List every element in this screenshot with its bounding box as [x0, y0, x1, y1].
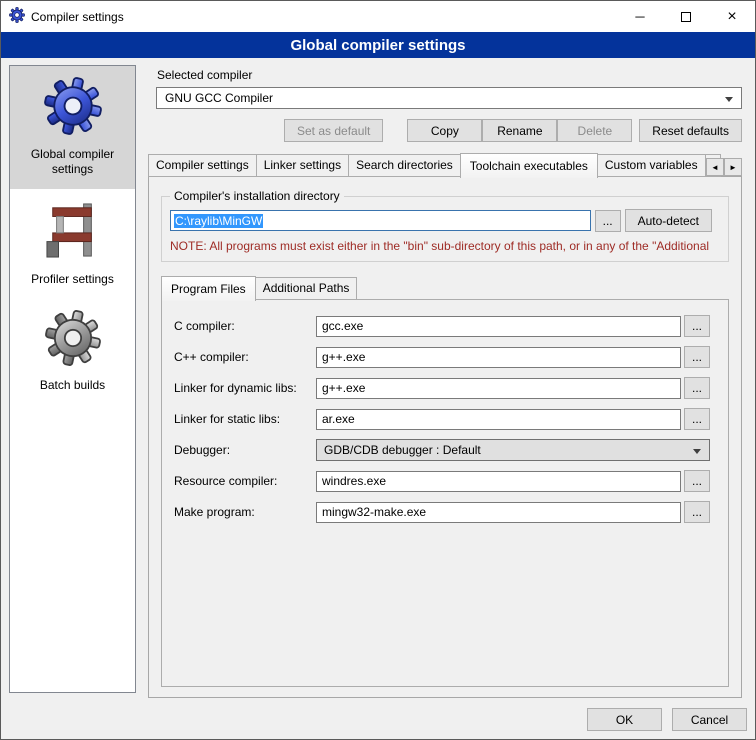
note-text: NOTE: All programs must exist either in … — [170, 239, 712, 253]
cpp-compiler-label: C++ compiler: — [174, 350, 316, 364]
field-row-make-program: Make program: ... — [174, 501, 710, 523]
tab-compiler-settings[interactable]: Compiler settings — [148, 154, 257, 177]
tab-toolchain-executables[interactable]: Toolchain executables — [460, 153, 598, 178]
field-row-static-linker: Linker for static libs: ... — [174, 408, 710, 430]
browse-cpp-compiler-button[interactable]: ... — [684, 346, 710, 368]
static-linker-input[interactable] — [316, 409, 681, 430]
debugger-value: GDB/CDB debugger : Default — [324, 443, 481, 457]
auto-detect-button[interactable]: Auto-detect — [625, 209, 712, 232]
tab-program-files[interactable]: Program Files — [161, 276, 256, 301]
browse-static-linker-button[interactable]: ... — [684, 408, 710, 430]
compiler-settings-dialog: Compiler settings ─ × Global compiler se… — [0, 0, 756, 740]
sidebar-item-batch-builds[interactable]: Batch builds — [10, 299, 135, 405]
reset-defaults-button[interactable]: Reset defaults — [639, 119, 742, 142]
page-title: Global compiler settings — [1, 32, 755, 58]
app-icon — [9, 7, 25, 26]
installation-directory-legend: Compiler's installation directory — [170, 189, 344, 203]
tab-scroll-buttons: ◄ ► — [706, 158, 742, 176]
ok-button[interactable]: OK — [587, 708, 662, 731]
settings-tabstrip: Compiler settings Linker settings Search… — [148, 154, 742, 177]
delete-button[interactable]: Delete — [557, 119, 632, 142]
blue-gear-icon — [43, 76, 103, 140]
selected-compiler-label: Selected compiler — [157, 68, 749, 82]
compiler-button-row: Set as default Copy Rename Delete Reset … — [156, 119, 742, 142]
sidebar-item-label: Global compiler settings — [13, 147, 132, 177]
sidebar-item-label: Batch builds — [40, 378, 105, 393]
installation-directory-row: C:\raylib\MinGW ... Auto-detect — [170, 209, 712, 232]
program-files-tabstrip: Program Files Additional Paths — [161, 276, 729, 300]
set-as-default-button[interactable]: Set as default — [284, 119, 383, 142]
field-row-dynamic-linker: Linker for dynamic libs: ... — [174, 377, 710, 399]
tab-custom-variables[interactable]: Custom variables — [597, 154, 706, 177]
main-content: Selected compiler GNU GCC Compiler Set a… — [148, 65, 749, 698]
toolchain-executables-panel: Compiler's installation directory C:\ray… — [148, 176, 742, 698]
debugger-combobox[interactable]: GDB/CDB debugger : Default — [316, 439, 710, 461]
dynamic-linker-label: Linker for dynamic libs: — [174, 381, 316, 395]
chevron-down-icon — [693, 449, 701, 454]
tab-scroll-left-icon[interactable]: ◄ — [706, 158, 724, 176]
program-files-panel: C compiler: ... C++ compiler: ... Linker… — [161, 299, 729, 687]
browse-directory-button[interactable]: ... — [595, 210, 621, 232]
sidebar-item-label: Profiler settings — [31, 272, 114, 287]
static-linker-label: Linker for static libs: — [174, 412, 316, 426]
sidebar-item-profiler-settings[interactable]: Profiler settings — [10, 189, 135, 299]
c-compiler-label: C compiler: — [174, 319, 316, 333]
selected-path-text: C:\raylib\MinGW — [174, 214, 263, 228]
field-row-c-compiler: C compiler: ... — [174, 315, 710, 337]
maximize-button[interactable] — [663, 1, 709, 32]
minimize-button[interactable]: ─ — [617, 1, 663, 32]
close-button[interactable]: × — [709, 1, 755, 32]
selected-compiler-combobox[interactable]: GNU GCC Compiler — [156, 87, 742, 109]
make-program-label: Make program: — [174, 505, 316, 519]
sidebar-item-global-compiler-settings[interactable]: Global compiler settings — [10, 66, 135, 189]
installation-directory-group: Compiler's installation directory C:\ray… — [161, 189, 729, 262]
caption-buttons: ─ × — [617, 1, 755, 32]
field-row-resource-compiler: Resource compiler: ... — [174, 470, 710, 492]
tab-additional-paths[interactable]: Additional Paths — [255, 277, 358, 300]
copy-button[interactable]: Copy — [407, 119, 482, 142]
dynamic-linker-input[interactable] — [316, 378, 681, 399]
settings-sidebar: Global compiler settings Profiler settin… — [9, 65, 136, 693]
resource-compiler-label: Resource compiler: — [174, 474, 316, 488]
tab-search-directories[interactable]: Search directories — [348, 154, 461, 177]
chevron-down-icon — [725, 97, 733, 102]
installation-directory-input[interactable]: C:\raylib\MinGW — [170, 210, 591, 231]
gray-gear-icon — [44, 309, 102, 371]
browse-resource-compiler-button[interactable]: ... — [684, 470, 710, 492]
make-program-input[interactable] — [316, 502, 681, 523]
field-row-cpp-compiler: C++ compiler: ... — [174, 346, 710, 368]
window-title: Compiler settings — [31, 10, 124, 24]
browse-make-program-button[interactable]: ... — [684, 501, 710, 523]
title-bar: Compiler settings ─ × — [1, 1, 755, 32]
resource-compiler-input[interactable] — [316, 471, 681, 492]
tab-linker-settings[interactable]: Linker settings — [256, 154, 349, 177]
debugger-label: Debugger: — [174, 443, 316, 457]
tab-scroll-right-icon[interactable]: ► — [724, 158, 742, 176]
field-row-debugger: Debugger: GDB/CDB debugger : Default — [174, 439, 710, 461]
cpp-compiler-input[interactable] — [316, 347, 681, 368]
clamp-icon — [45, 199, 101, 265]
selected-compiler-value: GNU GCC Compiler — [165, 91, 273, 105]
cancel-button[interactable]: Cancel — [672, 708, 747, 731]
browse-dynamic-linker-button[interactable]: ... — [684, 377, 710, 399]
c-compiler-input[interactable] — [316, 316, 681, 337]
rename-button[interactable]: Rename — [482, 119, 557, 142]
maximize-icon — [681, 12, 691, 22]
dialog-footer: OK Cancel — [587, 708, 747, 731]
browse-c-compiler-button[interactable]: ... — [684, 315, 710, 337]
